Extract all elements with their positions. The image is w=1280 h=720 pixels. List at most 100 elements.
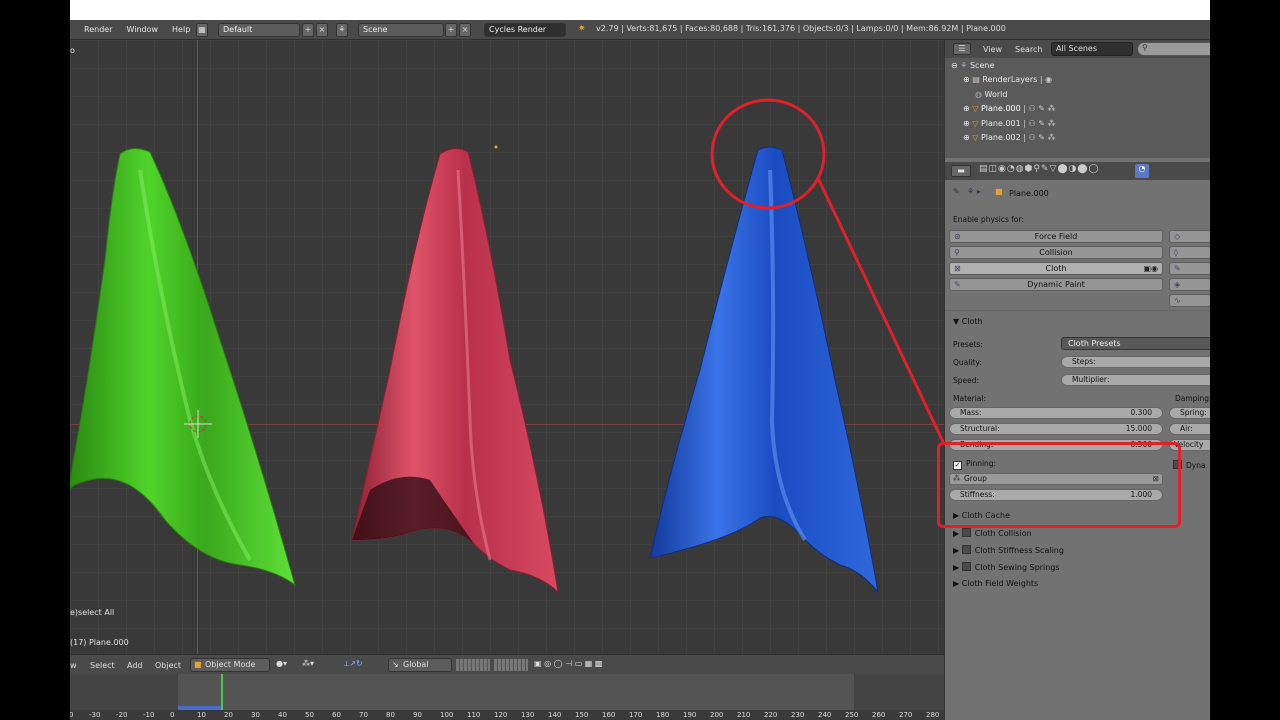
timeline[interactable]: -40 -30 -20 -10 0 10 20 30 40 50 60 70 80 90 100 110 120… <box>70 674 944 720</box>
timeline-tick-label: 80 <box>386 711 395 719</box>
annotation-box <box>937 442 1181 528</box>
rigid-constraint-button[interactable]: ◈ <box>1169 278 1210 291</box>
outliner-search-menu[interactable]: Search <box>1015 45 1042 54</box>
cloth-field-weights-panel[interactable]: ▶ Cloth Field Weights <box>953 579 1038 588</box>
layer-buttons-b[interactable] <box>494 659 528 671</box>
outliner-row-plane001[interactable]: ⊕ ▽ Plane.001 | ⚇ ✎ ⁂ <box>963 119 1055 128</box>
editor-type-icon[interactable]: ☰ <box>953 43 971 55</box>
remove-scene-icon[interactable]: × <box>459 23 471 37</box>
fluid-button[interactable]: ◊ <box>1169 246 1210 259</box>
manipulator-icons[interactable]: ⟂↗↻ <box>344 659 363 669</box>
outliner-search-input[interactable]: ⚲ <box>1137 42 1210 56</box>
menu-help[interactable]: Help <box>172 25 190 34</box>
menu-select[interactable]: Select <box>90 661 115 670</box>
mode-select[interactable]: ■ Object Mode <box>190 658 270 672</box>
timeline-tick-label: 280 <box>926 711 940 719</box>
current-frame-marker[interactable] <box>221 674 223 710</box>
divider <box>945 310 1210 311</box>
orientation-label: Global <box>403 660 429 669</box>
scene-icon[interactable]: ⚘ <box>336 23 348 37</box>
structural-slider[interactable]: Structural: 15.000 <box>949 423 1163 435</box>
soft-body-button[interactable]: ◇ <box>1169 230 1210 243</box>
3d-viewport[interactable]: o e)select All (17) Plane.000 <box>70 40 944 654</box>
presets-label: Presets: <box>953 340 983 349</box>
properties-tabs[interactable]: ▤◫◉◔◍⬢⚲✎▽⬤◑⬤◯ <box>979 164 1100 174</box>
timeline-tick-label: 150 <box>575 711 589 719</box>
speed-multiplier-slider[interactable]: Multiplier: <box>1061 374 1210 386</box>
air-slider[interactable]: Air: <box>1169 423 1210 435</box>
timeline-tick-label: 190 <box>683 711 697 719</box>
properties-header: ▬ ▤◫◉◔◍⬢⚲✎▽⬤◑⬤◯ ◔ <box>945 162 1210 180</box>
outliner-view-menu[interactable]: View <box>983 45 1002 54</box>
menu-view[interactable]: w <box>70 661 77 670</box>
cloth-panel-header[interactable]: ▼ Cloth <box>953 317 983 326</box>
layout-icon[interactable]: ▦ <box>196 23 208 37</box>
orientation-select[interactable]: ↘ Global <box>388 658 452 672</box>
material-label: Material: <box>953 394 986 403</box>
timeline-tick-label: 140 <box>548 711 562 719</box>
outliner-row-renderlayers[interactable]: ⊕ ▤ RenderLayers | ◉ <box>963 75 1052 84</box>
cloth-button[interactable]: ⊠ Cloth ▣◉ <box>949 262 1163 275</box>
outliner-row-scene[interactable]: ⊖ ⚘ Scene <box>951 61 994 70</box>
damping-label: Damping: <box>1175 394 1210 403</box>
add-scene-icon[interactable]: + <box>445 23 457 37</box>
timeline-tick-label: 230 <box>791 711 805 719</box>
cloth-presets-select[interactable]: Cloth Presets <box>1061 337 1210 350</box>
timeline-tick-label: 220 <box>764 711 778 719</box>
outliner-row-plane002[interactable]: ⊕ ▽ Plane.002 | ⚇ ✎ ⁂ <box>963 133 1055 142</box>
cloth-remove-icon: ⊠ <box>954 264 961 273</box>
menu-render[interactable]: Render <box>84 25 112 34</box>
outliner-filter-select[interactable]: All Scenes <box>1051 42 1133 56</box>
green-cloth <box>70 148 296 587</box>
top-margin <box>70 0 1210 20</box>
snap-icons[interactable]: ▣ ◎ ◯ ⊣ ▭ ▦ ▩ <box>534 659 602 668</box>
timeline-tick-label: 130 <box>521 711 535 719</box>
rigid-body-button[interactable]: ✎ <box>1169 262 1210 275</box>
pivot-icon[interactable]: ⁂▾ <box>302 659 314 668</box>
timeline-range <box>178 674 854 710</box>
mass-slider[interactable]: Mass: 0.300 <box>949 407 1163 419</box>
smoke-button[interactable]: ∿ <box>1169 294 1210 307</box>
scene-field[interactable]: Scene <box>358 23 444 37</box>
blender-window: Render Window Help ▦ Default + × ⚘ Scene… <box>70 0 1210 720</box>
collision-button[interactable]: ⚲ Collision <box>949 246 1163 259</box>
timeline-tick-label: 200 <box>710 711 724 719</box>
remove-layout-icon[interactable]: × <box>316 23 328 37</box>
right-panel: ☰ View Search All Scenes ⚲ ⊖ ⚘ Scene ⊕ ▤… <box>937 40 1210 720</box>
pin-icon[interactable]: ✎ <box>953 187 960 196</box>
outliner-row-world[interactable]: ◍ World <box>975 90 1007 99</box>
layout-field[interactable]: Default <box>218 23 300 37</box>
outliner-row-plane000[interactable]: ⊕ ▽ Plane.000 | ⚇ ✎ ⁂ <box>963 104 1055 113</box>
timeline-tick-label: 50 <box>305 711 314 719</box>
cloth-sewing-springs-panel[interactable]: ▶ Cloth Sewing Springs <box>953 562 1060 572</box>
timeline-tick-label: 210 <box>737 711 751 719</box>
render-engine-select[interactable]: Cycles Render <box>484 23 566 37</box>
cloth-stiffness-scaling-panel[interactable]: ▶ Cloth Stiffness Scaling <box>953 545 1064 555</box>
add-layout-icon[interactable]: + <box>302 23 314 37</box>
blue-cloth <box>649 146 879 594</box>
layer-buttons-a[interactable] <box>456 659 490 671</box>
timeline-tick-label: 10 <box>197 711 206 719</box>
timeline-tick-label: 260 <box>872 711 886 719</box>
cloth-render <box>70 98 944 594</box>
quality-label: Quality: <box>953 358 982 367</box>
mode-label: Object Mode <box>205 660 256 669</box>
timeline-tick-label: -40 <box>70 711 74 719</box>
timeline-tick-label: 180 <box>656 711 670 719</box>
shading-icon[interactable]: ●▾ <box>276 659 287 668</box>
spring-slider[interactable]: Spring: <box>1169 407 1210 419</box>
menu-window[interactable]: Window <box>126 25 158 34</box>
last-operator-label: e)select All <box>70 608 115 617</box>
menu-object[interactable]: Object <box>155 661 181 670</box>
timeline-tick-label: 0 <box>170 711 175 719</box>
physics-tab-icon[interactable]: ◔ <box>1135 164 1149 178</box>
dynamic-paint-button[interactable]: ✎ Dynamic Paint <box>949 278 1163 291</box>
cloth-visibility-icons[interactable]: ▣◉ <box>1143 263 1158 274</box>
menu-add[interactable]: Add <box>127 661 143 670</box>
properties-editor-icon[interactable]: ▬ <box>951 165 971 177</box>
quality-steps-slider[interactable]: Steps: <box>1061 356 1210 368</box>
force-field-button[interactable]: ⊛ Force Field <box>949 230 1163 243</box>
timeline-tick-label: 60 <box>332 711 341 719</box>
cloth-collision-panel[interactable]: ▶ Cloth Collision <box>953 528 1032 538</box>
3d-view-header: w Select Add Object ■ Object Mode ●▾ ⁂▾ … <box>70 654 944 674</box>
